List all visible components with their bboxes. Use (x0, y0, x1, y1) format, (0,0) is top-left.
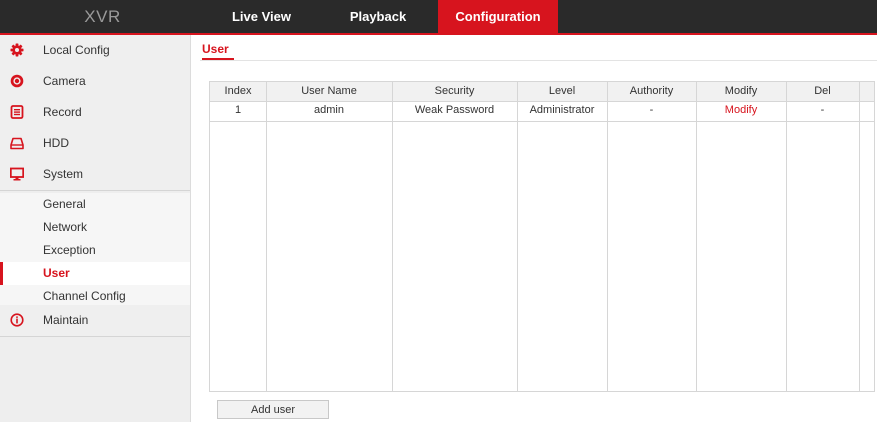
sidebar-item-label: Record (43, 105, 82, 119)
sidebar-item-label: Local Config (43, 43, 110, 57)
sidebar-item-label: HDD (43, 136, 69, 150)
submenu-item-general[interactable]: General (0, 193, 190, 216)
sidebar: Local Config Camera Record HDD System Ge… (0, 35, 191, 422)
sidebar-item-local-config[interactable]: Local Config (0, 35, 190, 67)
tab-live-view[interactable]: Live View (205, 0, 318, 33)
column-divider (786, 82, 787, 391)
column-header-del: Del (814, 85, 831, 97)
cell-level: Administrator (529, 104, 595, 116)
record-icon (10, 105, 24, 119)
column-divider (517, 82, 518, 391)
sidebar-item-maintain[interactable]: Maintain (0, 305, 190, 337)
table-row[interactable]: 1 admin Weak Password Administrator - Mo… (210, 101, 874, 122)
column-divider (607, 82, 608, 391)
sidebar-item-label: Camera (43, 74, 86, 88)
sidebar-item-label: Maintain (43, 313, 89, 327)
column-header-modify: Modify (724, 85, 758, 97)
sidebar-item-camera[interactable]: Camera (0, 66, 190, 98)
column-header-security: Security (434, 85, 475, 97)
tab-divider (200, 60, 877, 61)
camera-icon (10, 74, 24, 88)
column-header-user-name: User Name (301, 85, 357, 97)
sidebar-item-system[interactable]: System (0, 159, 190, 191)
sidebar-item-record[interactable]: Record (0, 97, 190, 129)
add-user-button[interactable]: Add user (217, 400, 329, 419)
sidebar-item-label: System (43, 167, 84, 181)
column-header-index: Index (224, 85, 252, 97)
cell-del: - (820, 104, 825, 116)
submenu-item-exception[interactable]: Exception (0, 239, 190, 262)
top-bar: XVR Live View Playback Configuration (0, 0, 877, 35)
info-icon (10, 313, 24, 327)
column-divider (859, 82, 860, 391)
tab-playback[interactable]: Playback (318, 0, 438, 33)
column-header-level: Level (548, 85, 576, 97)
cell-index: 1 (234, 104, 242, 116)
sidebar-item-hdd[interactable]: HDD (0, 128, 190, 160)
gear-icon (10, 43, 24, 57)
modify-link[interactable]: Modify (696, 101, 786, 121)
cell-user-name: admin (314, 104, 344, 116)
submenu-item-network[interactable]: Network (0, 216, 190, 239)
cell-security: Weak Password (414, 104, 495, 116)
column-divider (392, 82, 393, 391)
hdd-icon (10, 136, 24, 150)
monitor-icon (9, 167, 25, 181)
cell-authority: - (649, 104, 654, 116)
table-header: Index User Name Security Level Authority… (210, 82, 874, 102)
app-logo: XVR (84, 7, 121, 26)
column-header-authority: Authority (629, 85, 674, 97)
tab-user[interactable]: User (202, 42, 229, 56)
tab-configuration[interactable]: Configuration (438, 0, 558, 33)
column-divider (696, 82, 697, 391)
submenu-item-user[interactable]: User (0, 262, 190, 285)
user-table: Index User Name Security Level Authority… (209, 81, 875, 392)
column-divider (266, 82, 267, 391)
